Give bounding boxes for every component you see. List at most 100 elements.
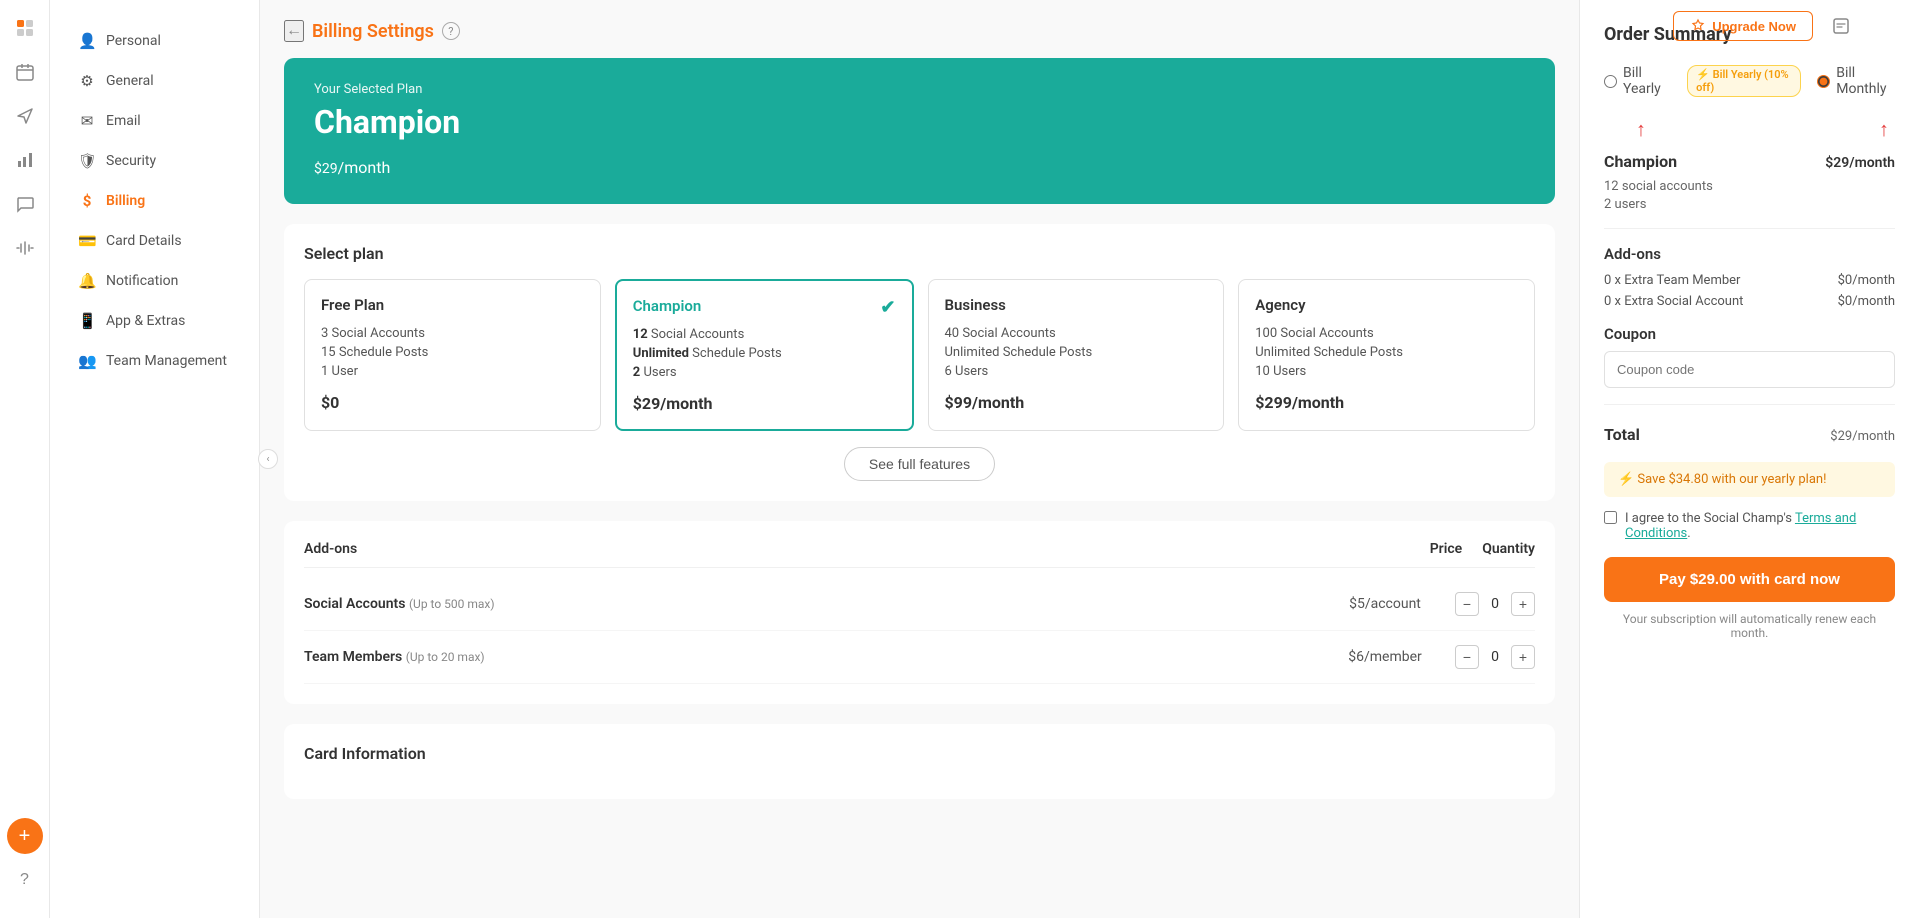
save-banner: ⚡ Save $34.80 with our yearly plan!: [1604, 462, 1895, 497]
addon-row-1: Team Members (Up to 20 max)$6/member−0+: [304, 631, 1535, 684]
sidebar-label-team-management: Team Management: [106, 353, 227, 369]
total-price: $29/month: [1830, 421, 1895, 446]
main-content: Upgrade Now ← Billing Settings ? Your Se…: [260, 0, 1919, 918]
terms-checkbox[interactable]: [1604, 511, 1617, 524]
calendar-icon[interactable]: [7, 54, 43, 90]
yearly-arrow-icon: ↑: [1606, 117, 1646, 142]
comment-icon[interactable]: [7, 186, 43, 222]
order-plan-name: Champion: [1604, 152, 1677, 171]
addon-minus-0[interactable]: −: [1455, 592, 1479, 616]
plan-card-champion[interactable]: Champion✔ 12 Social Accounts Unlimited Sch…: [615, 279, 914, 431]
selected-plan-banner: Your Selected Plan Champion $29/month: [284, 58, 1555, 204]
renew-note: Your subscription will automatically ren…: [1604, 612, 1895, 640]
sidebar-item-security[interactable]: 🛡Security: [58, 142, 251, 180]
plan-feature-0: 3 Social Accounts: [321, 326, 584, 341]
addon-price-0: $5/account: [1335, 596, 1435, 612]
see-features-button[interactable]: See full features: [844, 447, 995, 481]
order-plan-price: $29/month: [1825, 155, 1895, 171]
sidebar-item-general[interactable]: ⚙General: [58, 62, 251, 100]
send-icon[interactable]: [7, 98, 43, 134]
billing-toggle: Bill Yearly ⚡ Bill Yearly (10% off) Bill…: [1604, 65, 1895, 97]
addon-qty-value-1: 0: [1487, 649, 1503, 665]
plan-feature-0: 12 Social Accounts: [633, 327, 896, 342]
order-addon-line-0: 0 x Extra Team Member$0/month: [1604, 273, 1895, 288]
addon-price-1: $6/member: [1335, 649, 1435, 665]
coupon-input[interactable]: [1604, 351, 1895, 388]
sidebar-label-notification: Notification: [106, 273, 178, 289]
back-button[interactable]: ←: [284, 20, 304, 42]
page-header: ← Billing Settings ?: [284, 20, 1555, 42]
banner-price: $29/month: [314, 147, 1525, 180]
plan-feature-1: Unlimited Schedule Posts: [633, 346, 896, 361]
sidebar-label-billing: Billing: [106, 193, 145, 209]
sidebar-collapse-button[interactable]: ‹: [258, 449, 278, 469]
help-icon-header[interactable]: ?: [442, 22, 460, 40]
addon-plus-1[interactable]: +: [1511, 645, 1535, 669]
content-area: ← Billing Settings ? Your Selected Plan …: [260, 0, 1579, 918]
sidebar-label-personal: Personal: [106, 33, 161, 49]
select-plan-title: Select plan: [304, 244, 1535, 263]
sidebar-item-team-management[interactable]: 👥Team Management: [58, 342, 251, 380]
email-sidebar-icon: ✉: [78, 112, 96, 130]
sidebar-label-app-extras: App & Extras: [106, 313, 185, 329]
total-row: Total $29/month: [1604, 421, 1895, 446]
sidebar-label-security: Security: [106, 153, 156, 169]
order-addons-title: Add-ons: [1604, 245, 1895, 263]
sidebar-item-email[interactable]: ✉Email: [58, 102, 251, 140]
plan-name-business: Business: [945, 296, 1208, 314]
addon-qty-1: −0 +: [1455, 645, 1535, 669]
plan-card-agency[interactable]: Agency100 Social AccountsUnlimited Sched…: [1238, 279, 1535, 431]
total-label: Total: [1604, 425, 1640, 444]
add-icon[interactable]: +: [7, 818, 43, 854]
logo-icon[interactable]: [7, 10, 43, 46]
addon-name-0: Social Accounts (Up to 500 max): [304, 596, 1315, 612]
sidebar-item-card-details[interactable]: 💳 Card Details: [58, 222, 251, 260]
plan-price-champion: $29/month: [633, 394, 896, 413]
plan-card-free-plan[interactable]: Free Plan3 Social Accounts15 Schedule Po…: [304, 279, 601, 431]
icon-bar: + ?: [0, 0, 50, 918]
order-summary: Order Summary Bill Yearly ⚡ Bill Yearly …: [1579, 0, 1919, 918]
yearly-badge: ⚡ Bill Yearly (10% off): [1687, 65, 1801, 97]
order-addon-line-1: 0 x Extra Social Account$0/month: [1604, 294, 1895, 309]
bill-monthly-radio[interactable]: [1817, 75, 1830, 88]
order-plan-detail2: 2 users: [1604, 197, 1895, 212]
analytics-icon[interactable]: [7, 142, 43, 178]
plan-card-business[interactable]: Business40 Social AccountsUnlimited Sche…: [928, 279, 1225, 431]
monthly-arrow-icon: ↑: [1879, 117, 1893, 142]
help-icon[interactable]: ?: [7, 862, 43, 898]
addons-title: Add-ons: [304, 541, 1410, 557]
upgrade-now-button[interactable]: Upgrade Now: [1673, 11, 1813, 41]
banner-plan-name: Champion: [314, 103, 1525, 141]
coupon-section: Coupon: [1604, 325, 1895, 388]
bill-monthly-option[interactable]: Bill Monthly: [1817, 65, 1895, 97]
addons-price-col: Price: [1430, 541, 1463, 557]
sidebar-label-general: General: [106, 73, 154, 89]
banner-label: Your Selected Plan: [314, 82, 1525, 97]
addon-qty-0: −0+: [1455, 592, 1535, 616]
bill-yearly-radio[interactable]: [1604, 75, 1617, 88]
plan-feature-1: Unlimited Schedule Posts: [945, 345, 1208, 360]
card-info-title: Card Information: [304, 744, 1535, 763]
sidebar-label-card-details: Card Details: [106, 233, 182, 249]
card-info-section: Card Information: [284, 724, 1555, 799]
addons-header: Add-ons Price Quantity: [304, 541, 1535, 568]
notifications-icon[interactable]: [1823, 8, 1859, 44]
addon-minus-1[interactable]: −: [1455, 645, 1479, 669]
billing-sidebar-icon: $: [78, 192, 96, 210]
sidebar-item-notification[interactable]: 🔔Notification: [58, 262, 251, 300]
sidebar-item-personal[interactable]: 👤Personal: [58, 22, 251, 60]
plan-name-champion: Champion✔: [633, 297, 896, 315]
waveform-icon[interactable]: [7, 230, 43, 266]
card-details-sidebar-icon: 💳: [78, 232, 96, 250]
sidebar: 👤Personal⚙General✉Email🛡Security $ Billing…: [50, 0, 260, 918]
sidebar-item-billing[interactable]: $ Billing: [58, 182, 251, 220]
sidebar-item-app-extras[interactable]: 📱App & Extras: [58, 302, 251, 340]
addon-plus-0[interactable]: +: [1511, 592, 1535, 616]
pay-button[interactable]: Pay $29.00 with card now: [1604, 557, 1895, 602]
addons-qty-col: Quantity: [1482, 541, 1535, 557]
order-addon-label-0: 0 x Extra Team Member: [1604, 273, 1740, 288]
bill-yearly-option[interactable]: Bill Yearly: [1604, 65, 1671, 97]
plan-card-section: Select plan Free Plan3 Social Accounts15…: [284, 224, 1555, 501]
bill-yearly-label: Bill Yearly: [1623, 65, 1671, 97]
plan-selected-check-icon: ✔: [880, 297, 895, 318]
